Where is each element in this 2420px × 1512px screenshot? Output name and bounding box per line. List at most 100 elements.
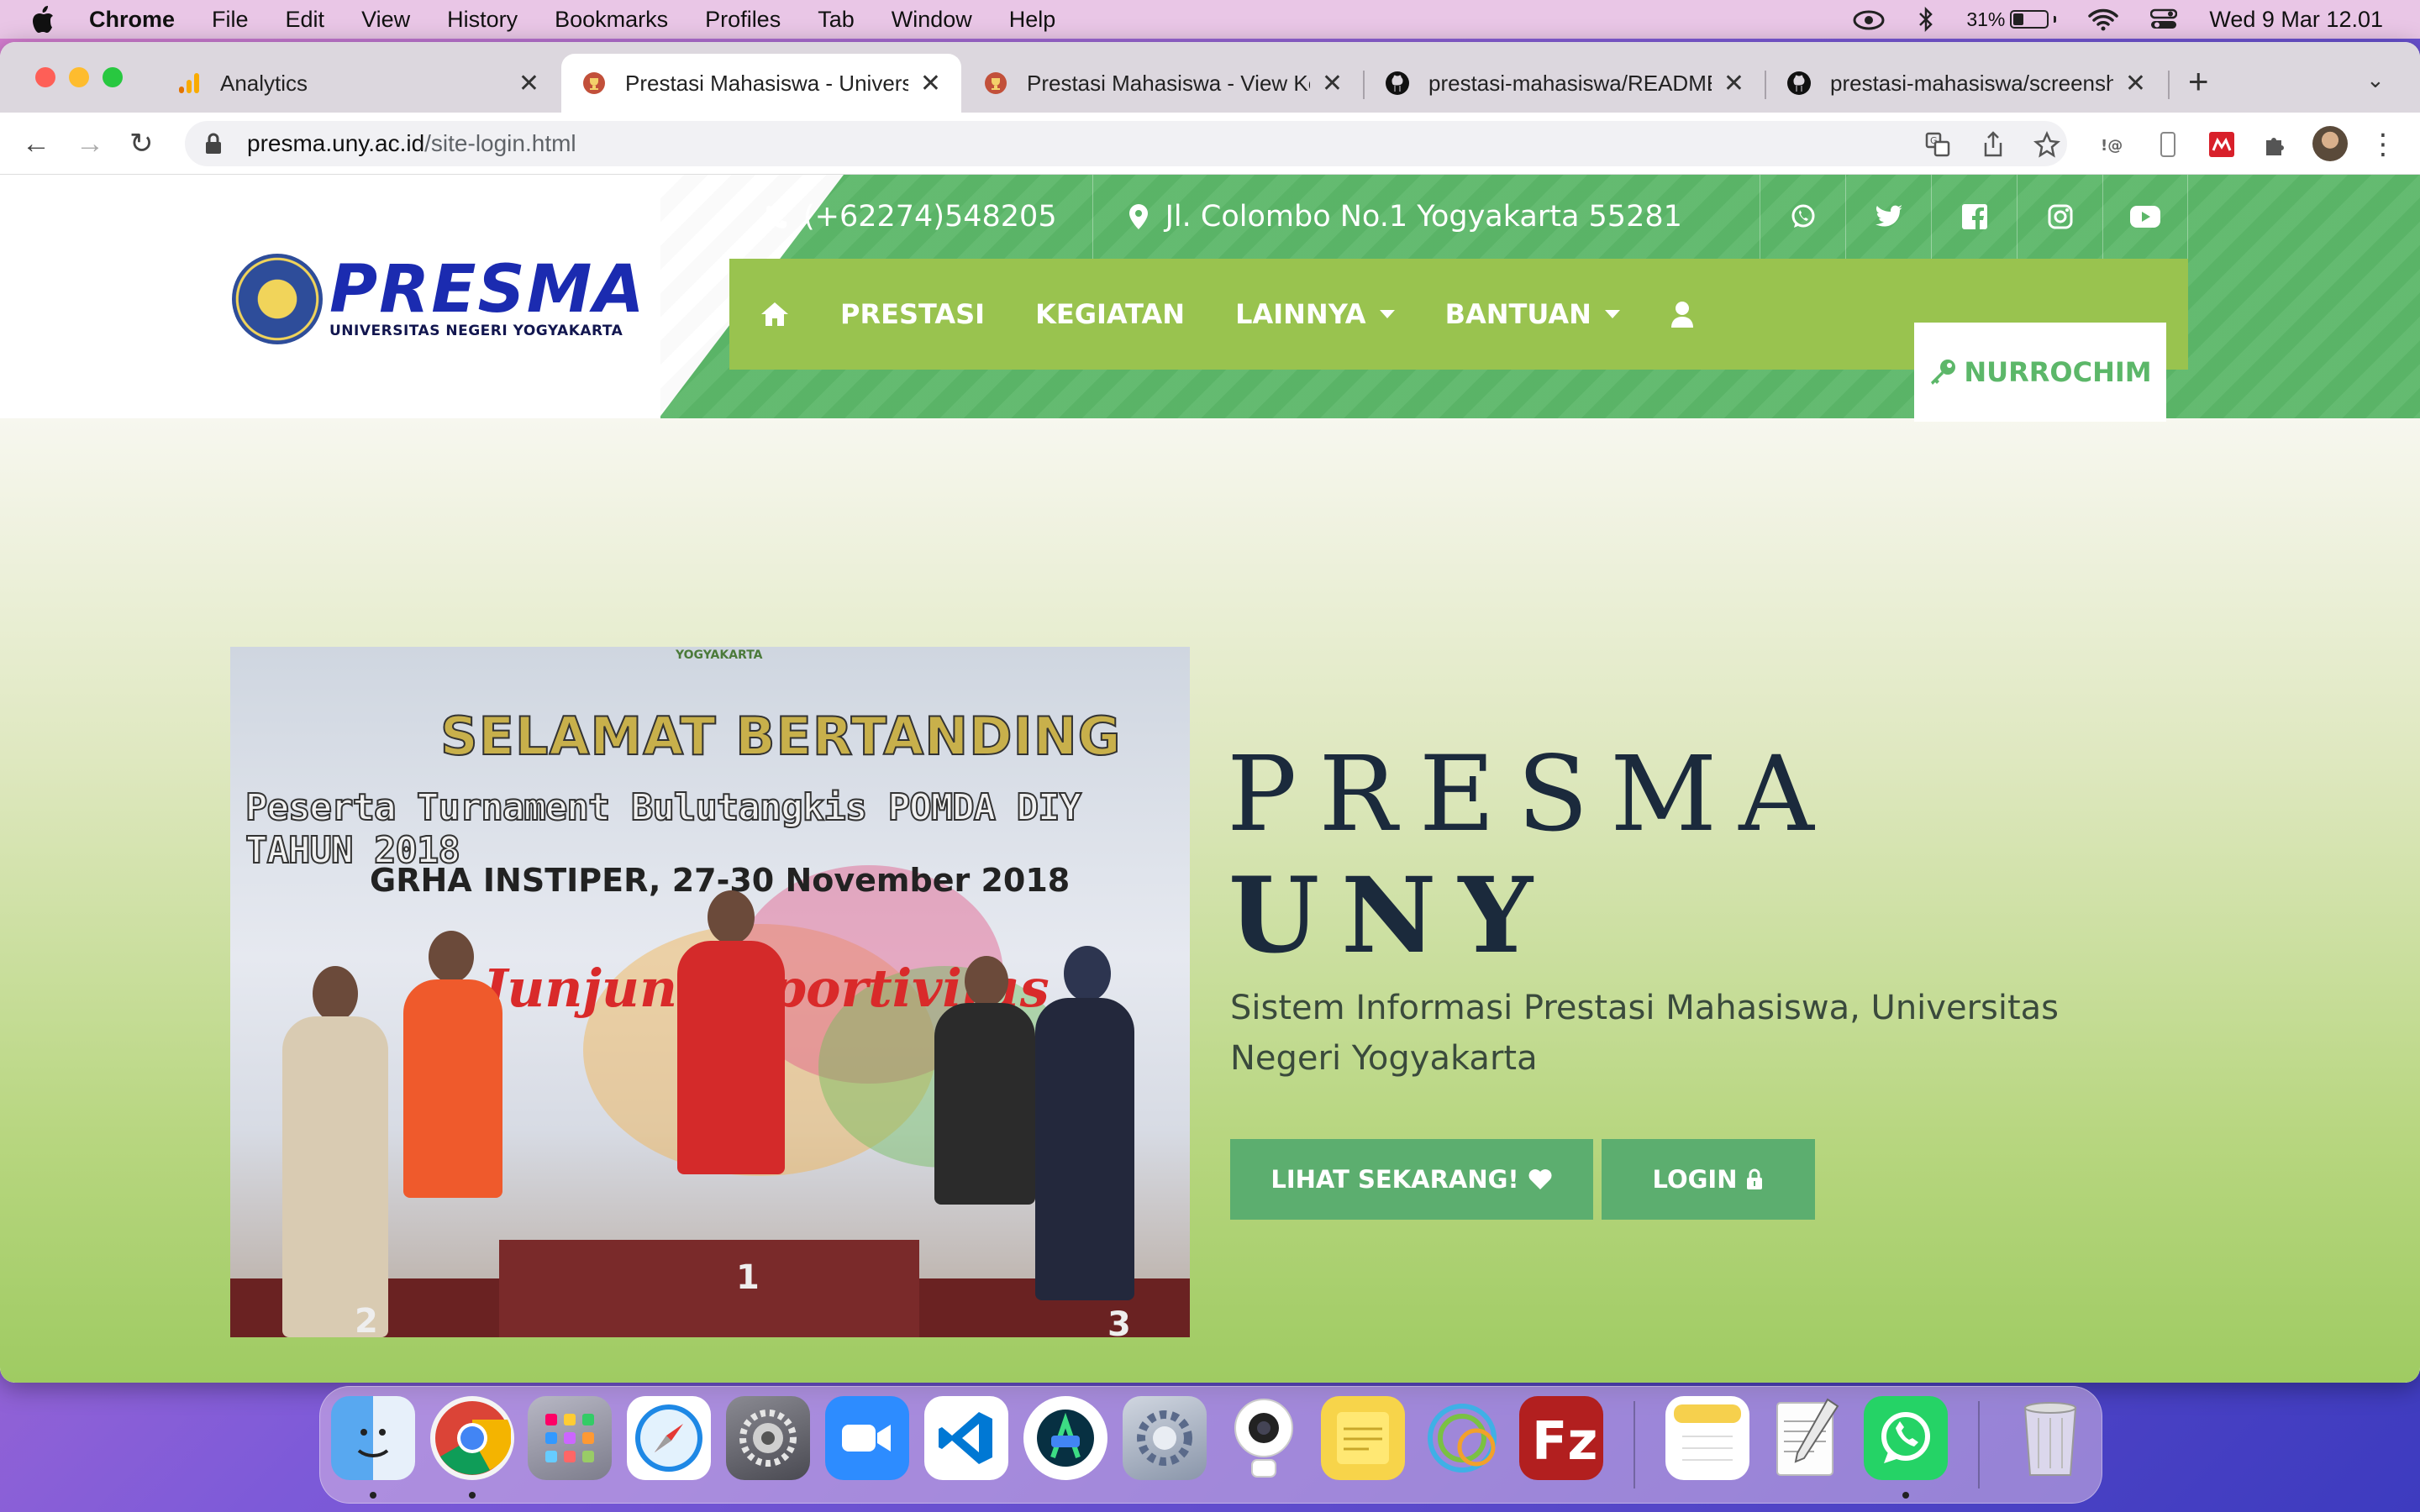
system-preferences-icon[interactable] bbox=[726, 1396, 810, 1480]
heart-icon bbox=[1528, 1169, 1552, 1189]
tab-title: prestasi-mahasiswa/screensho bbox=[1830, 70, 2113, 96]
bluetooth-icon[interactable] bbox=[1918, 7, 1934, 32]
menu-history[interactable]: History bbox=[447, 7, 518, 33]
window-controls bbox=[35, 67, 123, 87]
chrome-window: Analytics ✕ Prestasi Mahasiswa - Univers… bbox=[0, 42, 2420, 1383]
anaconda-icon[interactable] bbox=[1420, 1396, 1504, 1480]
nav-bantuan[interactable]: BANTUAN bbox=[1445, 298, 1620, 330]
utility-gear-icon[interactable] bbox=[1123, 1396, 1207, 1480]
wifi-icon[interactable] bbox=[2088, 8, 2119, 31]
nav-lainnya[interactable]: LAINNYA bbox=[1235, 298, 1395, 330]
menu-edit[interactable]: Edit bbox=[286, 7, 325, 33]
menu-app-name[interactable]: Chrome bbox=[89, 7, 175, 33]
whatsapp-dock-icon[interactable] bbox=[1864, 1396, 1948, 1480]
github-icon bbox=[1385, 71, 1410, 96]
menu-file[interactable]: File bbox=[212, 7, 249, 33]
reload-icon[interactable]: ↻ bbox=[129, 129, 154, 158]
bookmark-star-icon[interactable] bbox=[2033, 131, 2060, 158]
close-tab-icon[interactable]: ✕ bbox=[1723, 69, 1744, 98]
banner-title: SELAMAT BERTANDING bbox=[439, 705, 1122, 768]
android-studio-icon[interactable] bbox=[1023, 1396, 1107, 1480]
dock-running-indicator bbox=[370, 1492, 376, 1499]
safari-icon[interactable] bbox=[627, 1396, 711, 1480]
creative-cloud-icon[interactable] bbox=[1852, 8, 1886, 31]
nav-kegiatan[interactable]: KEGIATAN bbox=[1035, 298, 1185, 330]
close-tab-icon[interactable]: ✕ bbox=[1322, 69, 1343, 98]
share-icon[interactable] bbox=[1980, 131, 2007, 158]
launchpad-icon[interactable] bbox=[528, 1396, 612, 1480]
facebook-icon bbox=[1961, 204, 1987, 229]
menu-profiles[interactable]: Profiles bbox=[705, 7, 781, 33]
dock-separator bbox=[1634, 1401, 1635, 1488]
web-page: PRESMA UNIVERSITAS NEGERI YOGYAKARTA (+6… bbox=[0, 175, 2420, 1383]
contact-phone[interactable]: (+62274)548205 bbox=[729, 175, 1092, 259]
nav-profile[interactable] bbox=[1670, 301, 1694, 328]
trash-icon[interactable] bbox=[2008, 1396, 2092, 1480]
zoom-window-button[interactable] bbox=[103, 67, 123, 87]
youtube-icon bbox=[2130, 206, 2160, 228]
menu-bookmarks[interactable]: Bookmarks bbox=[555, 7, 668, 33]
tab-separator bbox=[2168, 71, 2170, 99]
person-head bbox=[965, 956, 1008, 1006]
profile-avatar[interactable] bbox=[2312, 126, 2348, 161]
close-window-button[interactable] bbox=[35, 67, 55, 87]
chrome-icon[interactable] bbox=[430, 1396, 514, 1480]
vscode-icon[interactable] bbox=[924, 1396, 1008, 1480]
lock-icon[interactable] bbox=[205, 133, 222, 155]
tab-presma-active[interactable]: Prestasi Mahasiswa - Universit ✕ bbox=[561, 54, 961, 113]
menu-tab[interactable]: Tab bbox=[818, 7, 855, 33]
close-tab-icon[interactable]: ✕ bbox=[518, 69, 539, 98]
forward-icon[interactable]: → bbox=[76, 129, 104, 158]
extension-seo-icon[interactable]: !@ bbox=[2101, 131, 2128, 158]
nav-prestasi[interactable]: PRESTASI bbox=[840, 298, 985, 330]
extensions-puzzle-icon[interactable] bbox=[2262, 131, 2289, 158]
tab-search-icon[interactable]: ⌄ bbox=[2366, 67, 2385, 93]
finder-icon[interactable] bbox=[331, 1396, 415, 1480]
presma-logo[interactable]: PRESMA UNIVERSITAS NEGERI YOGYAKARTA bbox=[232, 254, 646, 344]
instagram-link[interactable] bbox=[2017, 175, 2102, 259]
new-tab-button[interactable]: + bbox=[2188, 64, 2209, 99]
youtube-link[interactable] bbox=[2102, 175, 2188, 259]
trophy-favicon-icon bbox=[983, 71, 1008, 96]
menu-view[interactable]: View bbox=[361, 7, 410, 33]
filezilla-icon[interactable]: Fz bbox=[1519, 1396, 1603, 1480]
caret-down-icon bbox=[1379, 310, 1395, 318]
minimize-window-button[interactable] bbox=[69, 67, 89, 87]
battery-percent: 31% bbox=[1966, 8, 2006, 30]
login-button[interactable]: LOGIN bbox=[1602, 1139, 1815, 1220]
svg-text:Fz: Fz bbox=[1532, 1410, 1597, 1472]
extension-red-icon[interactable] bbox=[2208, 131, 2235, 158]
control-center-icon[interactable] bbox=[2150, 8, 2178, 31]
menubar-clock[interactable]: Wed 9 Mar 12.01 bbox=[2209, 7, 2383, 33]
zoom-icon[interactable] bbox=[825, 1396, 909, 1480]
twitter-link[interactable] bbox=[1845, 175, 1931, 259]
extension-device-icon[interactable] bbox=[2154, 131, 2181, 158]
contact-address[interactable]: Jl. Colombo No.1 Yogyakarta 55281 bbox=[1092, 175, 1718, 259]
tab-github-readme[interactable]: prestasi-mahasiswa/README.m ✕ bbox=[1365, 54, 1765, 113]
person-head bbox=[313, 966, 358, 1021]
notes-icon[interactable] bbox=[1665, 1396, 1749, 1480]
facebook-link[interactable] bbox=[1931, 175, 2017, 259]
stickies-icon[interactable] bbox=[1321, 1396, 1405, 1480]
nav-home[interactable] bbox=[760, 301, 790, 328]
webcam-icon[interactable] bbox=[1222, 1396, 1306, 1480]
analytics-icon bbox=[176, 71, 202, 96]
menu-window[interactable]: Window bbox=[892, 7, 972, 33]
whatsapp-link[interactable] bbox=[1760, 175, 1845, 259]
chrome-menu-icon[interactable]: ⋮ bbox=[2369, 129, 2397, 160]
hero-title-uny: UNY bbox=[1228, 855, 1555, 977]
menu-help[interactable]: Help bbox=[1009, 7, 1056, 33]
close-tab-icon[interactable]: ✕ bbox=[920, 69, 941, 98]
textedit-icon[interactable] bbox=[1765, 1396, 1849, 1480]
battery-indicator[interactable]: 31% bbox=[1966, 8, 2057, 31]
lihat-sekarang-button[interactable]: LIHAT SEKARANG! bbox=[1230, 1139, 1593, 1220]
tab-presma-view[interactable]: Prestasi Mahasiswa - View Keg ✕ bbox=[963, 54, 1363, 113]
back-icon[interactable]: ← bbox=[22, 129, 50, 158]
address-bar[interactable]: presma.uny.ac.id/site-login.html bbox=[185, 121, 2067, 166]
user-account-button[interactable]: NURROCHIM bbox=[1914, 323, 2166, 422]
translate-icon[interactable]: G bbox=[1924, 131, 1951, 158]
tab-analytics[interactable]: Analytics ✕ bbox=[156, 54, 560, 113]
tab-github-screenshot[interactable]: prestasi-mahasiswa/screensho ✕ bbox=[1766, 54, 2166, 113]
apple-icon[interactable] bbox=[30, 4, 55, 34]
close-tab-icon[interactable]: ✕ bbox=[2125, 69, 2146, 98]
